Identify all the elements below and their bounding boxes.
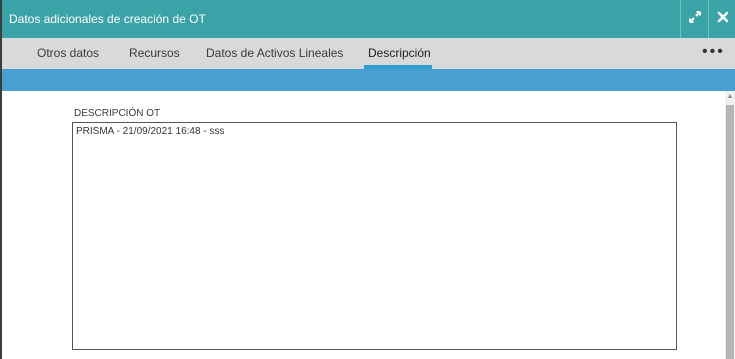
description-textarea[interactable]: PRISMA - 21/09/2021 16:48 - sss [72, 122, 677, 350]
dialog: Datos adicionales de creación de OT Otro… [0, 0, 735, 359]
expand-button[interactable] [680, 0, 708, 38]
scrollbar-thumb[interactable] [726, 105, 734, 359]
accent-bar [2, 69, 735, 91]
more-horizontal-icon[interactable]: ••• [702, 43, 725, 61]
tab-otros-datos[interactable]: Otros datos [37, 46, 99, 60]
dialog-title: Datos adicionales de creación de OT [9, 12, 206, 26]
vertical-scrollbar[interactable]: ▲ [725, 91, 735, 359]
scroll-up-icon[interactable]: ▲ [726, 93, 734, 101]
tab-datos-activos-lineales[interactable]: Datos de Activos Lineales [206, 46, 343, 60]
description-label: DESCRIPCIÓN OT [74, 108, 161, 119]
tab-content: DESCRIPCIÓN OT PRISMA - 21/09/2021 16:48… [2, 91, 735, 359]
tab-descripcion[interactable]: Descripción [368, 46, 431, 60]
close-icon [717, 10, 729, 28]
dialog-titlebar: Datos adicionales de creación de OT [2, 0, 735, 38]
expand-icon [688, 10, 702, 29]
tab-bar: Otros datos Recursos Datos de Activos Li… [2, 38, 735, 69]
tab-recursos[interactable]: Recursos [129, 46, 180, 60]
close-button[interactable] [708, 0, 735, 38]
